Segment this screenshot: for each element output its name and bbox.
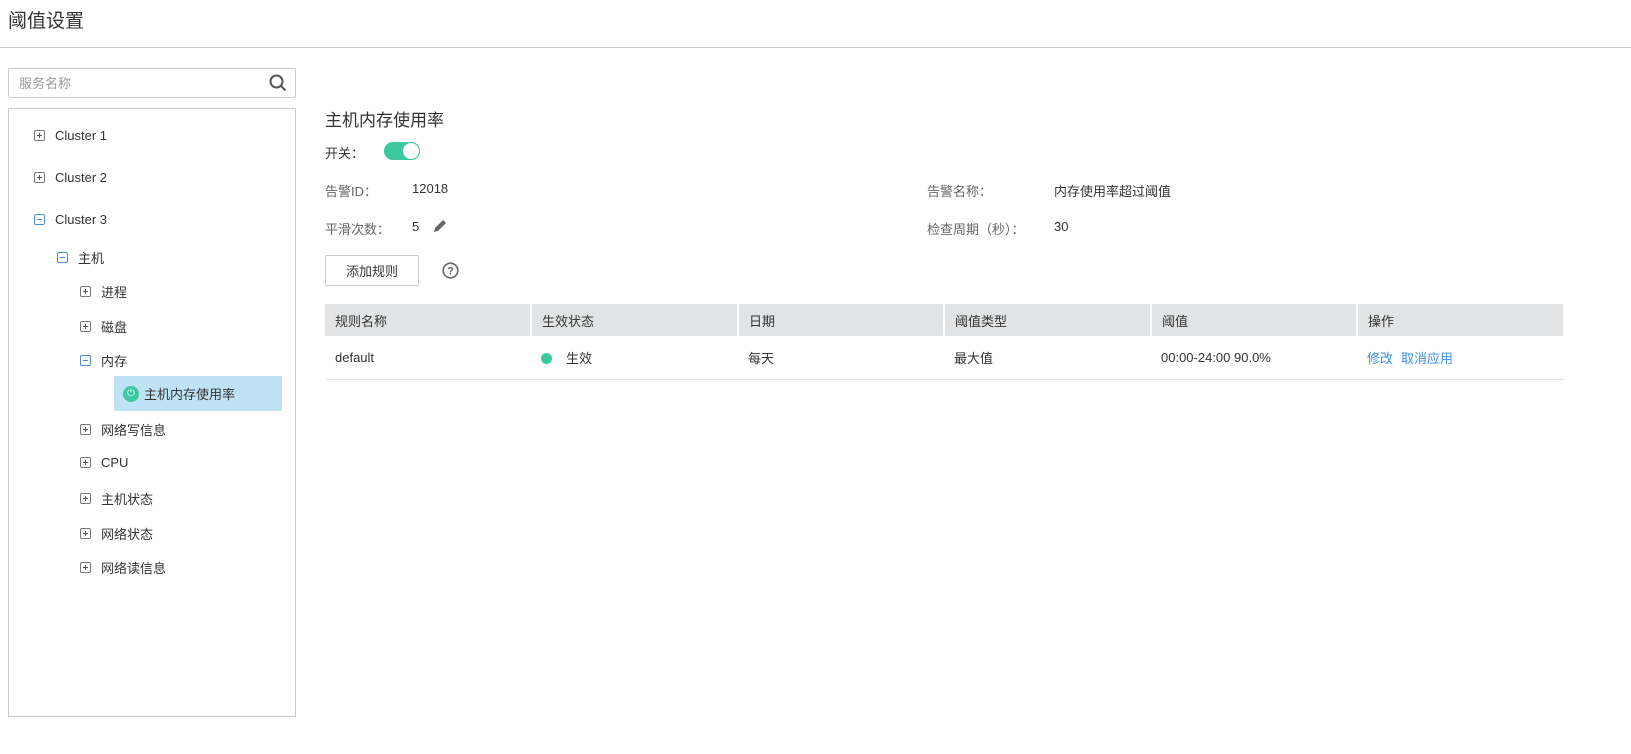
smooth-count-label: 平滑次数： [325, 222, 391, 237]
check-period-value: 30 [1054, 219, 1069, 234]
node-label: Cluster 1 [55, 128, 108, 143]
rule-threshold: 00:00-24:00 90.0% [1151, 336, 1357, 380]
node-label: 磁盘 [101, 320, 128, 335]
node-label: 主机状态 [101, 492, 154, 507]
rule-status: 生效 [531, 336, 738, 380]
cancel-apply-link[interactable]: 取消应用 [1401, 351, 1453, 366]
rule-name: default [325, 336, 531, 380]
node-label: 网络状态 [101, 527, 154, 542]
node-label: 内存 [101, 354, 128, 369]
node-label: 网络读信息 [101, 561, 167, 576]
check-period-label: 检查周期（秒）： [927, 222, 1025, 237]
node-label: 进程 [101, 285, 128, 300]
service-tree: Cluster 1 Cluster 2 Cluster 3 主机 进程 磁盘 内… [8, 108, 296, 717]
node-label: 主机 [78, 251, 105, 266]
alarm-name-value: 内存使用率超过阈值 [1054, 184, 1172, 199]
edit-link[interactable]: 修改 [1367, 351, 1393, 366]
search-input[interactable] [9, 69, 249, 97]
rules-table: 规则名称 生效状态 日期 阈值类型 阈值 操作 default 生效 每天 最大… [325, 304, 1565, 380]
tree-node-cpu[interactable]: CPU [80, 455, 128, 470]
tree-node-cluster-2[interactable]: Cluster 2 [34, 170, 107, 185]
rule-type: 最大值 [944, 336, 1151, 380]
page-title: 阈值设置 [8, 11, 85, 32]
alarm-id-label: 告警ID： [325, 184, 378, 199]
smooth-count-value: 5 [412, 219, 420, 234]
expand-icon[interactable] [80, 424, 91, 435]
node-label: CPU [101, 455, 129, 470]
column-header: 操作 [1357, 304, 1565, 336]
tree-node-disk[interactable]: 磁盘 [80, 317, 127, 336]
collapse-icon[interactable] [57, 252, 68, 263]
expand-icon[interactable] [80, 286, 91, 297]
svg-text:?: ? [447, 266, 454, 278]
pencil-icon[interactable] [432, 218, 448, 237]
power-icon: ⏻ [123, 385, 139, 402]
alarm-name-label: 告警名称： [927, 184, 993, 199]
column-header: 规则名称 [325, 304, 532, 336]
divider [0, 47, 1631, 48]
help-icon[interactable]: ? [442, 262, 459, 282]
tree-node-memory[interactable]: 内存 [80, 351, 127, 370]
tree-node-cluster-1[interactable]: Cluster 1 [34, 128, 107, 143]
tree-node-cluster-3[interactable]: Cluster 3 [34, 212, 107, 227]
node-label: 网络写信息 [101, 423, 167, 438]
add-rule-button[interactable]: 添加规则 [325, 255, 419, 286]
tree-node-host[interactable]: 主机 [57, 248, 104, 267]
column-header: 生效状态 [531, 304, 739, 336]
tree-node-process[interactable]: 进程 [80, 282, 127, 301]
collapse-icon[interactable] [80, 355, 91, 366]
expand-icon[interactable] [80, 457, 91, 468]
tree-node-host-memory-usage[interactable]: ⏻ 主机内存使用率 [114, 376, 282, 411]
expand-icon[interactable] [34, 172, 45, 183]
column-header: 阈值类型 [944, 304, 1152, 336]
switch-label: 开关： [325, 146, 365, 161]
rule-actions: 修改 取消应用 [1357, 336, 1564, 380]
expand-icon[interactable] [80, 321, 91, 332]
detail-title: 主机内存使用率 [325, 111, 444, 130]
node-label: Cluster 3 [55, 212, 108, 227]
column-header: 阈值 [1151, 304, 1358, 336]
tree-node-net-read[interactable]: 网络读信息 [80, 558, 166, 577]
status-text: 生效 [566, 350, 593, 366]
alarm-id-value: 12018 [412, 181, 449, 196]
status-dot-icon [541, 352, 552, 364]
enable-toggle[interactable] [384, 142, 420, 160]
service-search [8, 68, 296, 98]
expand-icon[interactable] [80, 562, 91, 573]
search-icon[interactable] [269, 74, 287, 95]
expand-icon[interactable] [80, 528, 91, 539]
node-label: 主机内存使用率 [144, 387, 236, 402]
column-header: 日期 [738, 304, 945, 336]
tree-node-net-write[interactable]: 网络写信息 [80, 420, 166, 439]
node-label: Cluster 2 [55, 170, 108, 185]
rule-date: 每天 [738, 336, 944, 380]
collapse-icon[interactable] [34, 214, 45, 225]
table-row: default 生效 每天 最大值 00:00-24:00 90.0% 修改 取消… [325, 336, 1564, 380]
expand-icon[interactable] [80, 493, 91, 504]
tree-node-net-status[interactable]: 网络状态 [80, 524, 153, 543]
expand-icon[interactable] [34, 130, 45, 141]
tree-node-host-status[interactable]: 主机状态 [80, 489, 153, 508]
